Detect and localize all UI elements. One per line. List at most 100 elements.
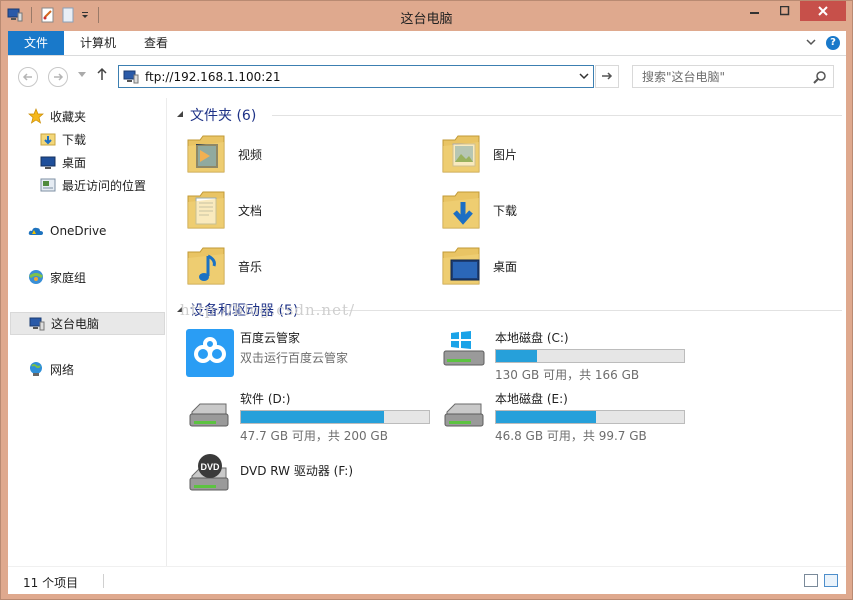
large-icons-view-icon[interactable] [824,574,838,587]
nav-item-network[interactable]: 网络 [28,359,74,379]
nav-item-downloads[interactable]: 下载 [40,129,86,149]
nav-item-favorites[interactable]: 收藏夹 [28,106,86,126]
baidu-cloud-icon [186,329,234,377]
computer-icon [29,316,45,332]
help-icon[interactable]: ? [826,36,840,50]
device-item-dvd-drive[interactable]: DVD DVD RW 驱动器 (F:) [186,450,353,496]
hard-drive-icon [186,390,232,436]
address-bar[interactable]: ftp://192.168.1.100:21 [118,65,594,88]
nav-label: 最近访问的位置 [62,178,147,193]
ribbon-controls: ? [806,36,840,50]
minimize-button[interactable] [740,1,770,21]
pictures-folder-icon [441,132,483,176]
device-subtitle: 130 GB 可用，共 166 GB [495,368,640,382]
folder-item-pictures[interactable]: 图片 [441,132,517,176]
device-subtitle: 47.7 GB 可用，共 200 GB [240,429,388,443]
desktop-icon [40,154,56,170]
device-info: 软件 (D:) 47.7 GB 可用，共 200 GB [240,390,430,444]
disk-usage-fill [496,411,596,423]
folder-label: 下载 [493,203,518,218]
folder-item-desktop[interactable]: 桌面 [441,244,517,288]
device-info: 本地磁盘 (C:) 130 GB 可用，共 166 GB [495,329,685,383]
device-info: DVD RW 驱动器 (F:) [240,450,353,479]
go-button[interactable] [595,65,619,88]
device-name: 百度云管家 [240,331,301,345]
folder-label: 桌面 [493,259,518,274]
folder-label: 视频 [238,147,263,162]
disk-usage-bar [495,349,685,363]
device-info: 本地磁盘 (E:) 46.8 GB 可用，共 99.7 GB [495,390,685,444]
folder-label: 音乐 [238,259,263,274]
folder-label: 图片 [493,147,518,162]
nav-label: 桌面 [62,155,87,170]
documents-folder-icon [186,188,228,232]
nav-item-desktop[interactable]: 桌面 [40,152,86,172]
status-separator [103,574,104,588]
folder-item-downloads[interactable]: 下载 [441,188,517,232]
forward-button[interactable] [48,67,68,87]
network-icon [28,361,44,377]
nav-item-recent[interactable]: 最近访问的位置 [40,175,146,195]
recent-locations-dropdown[interactable] [78,71,86,80]
watermark-text: http://blog.csdn.net/ [180,301,356,319]
maximize-button[interactable] [770,1,800,21]
window-title: 这台电脑 [400,12,453,27]
star-icon [28,108,44,124]
disk-usage-bar [240,410,430,424]
device-item-drive-e[interactable]: 本地磁盘 (E:) 46.8 GB 可用，共 99.7 GB [441,390,685,444]
device-name: 软件 (D:) [240,392,291,406]
back-button[interactable] [18,67,38,87]
tab-view[interactable]: 查看 [132,31,180,55]
address-dropdown-icon[interactable] [579,69,589,86]
device-item-baidu[interactable]: 百度云管家 双击运行百度云管家 [186,329,348,377]
tab-computer[interactable]: 计算机 [68,31,128,55]
ribbon-tabs: 文件 计算机 查看 ? [8,31,846,56]
dvd-drive-icon: DVD [186,450,232,496]
folder-item-documents[interactable]: 文档 [186,188,262,232]
expand-ribbon-icon[interactable] [806,38,816,49]
nav-label: 这台电脑 [51,317,100,331]
downloads-folder-icon [441,188,483,232]
details-view-icon[interactable] [804,574,818,587]
nav-label: 下载 [62,132,87,147]
search-icon[interactable] [813,70,827,84]
search-input[interactable]: 搜索"这台电脑" [642,68,725,85]
device-info: 百度云管家 双击运行百度云管家 [240,329,348,366]
address-path[interactable]: ftp://192.168.1.100:21 [145,70,281,84]
computer-icon [123,70,139,84]
folder-item-videos[interactable]: 视频 [186,132,262,176]
nav-item-onedrive[interactable]: OneDrive [28,221,106,241]
device-subtitle: 双击运行百度云管家 [240,351,349,365]
device-name: 本地磁盘 (E:) [495,392,568,406]
window-controls [740,1,846,21]
navigation-pane: 收藏夹 下载 桌面 最近访问的位置 OneDrive 家庭组 这台电脑 网络 [8,98,167,566]
title-bar: 这台电脑 [1,1,852,31]
homegroup-icon [28,269,44,285]
nav-item-homegroup[interactable]: 家庭组 [28,267,86,287]
nav-item-this-pc[interactable]: 这台电脑 [10,312,165,335]
content-area: 收藏夹 下载 桌面 最近访问的位置 OneDrive 家庭组 这台电脑 网络 文… [8,98,846,566]
folder-label: 文档 [238,203,263,218]
device-item-drive-d[interactable]: 软件 (D:) 47.7 GB 可用，共 200 GB [186,390,430,444]
device-item-drive-c[interactable]: 本地磁盘 (C:) 130 GB 可用，共 166 GB [441,329,685,383]
close-button[interactable] [800,1,846,21]
download-folder-icon [40,131,56,147]
disk-usage-fill [496,350,537,362]
disk-usage-fill [241,411,385,423]
folder-item-music[interactable]: 音乐 [186,244,262,288]
navigation-bar: ftp://192.168.1.100:21 搜索"这台电脑" [8,56,846,98]
device-name: DVD RW 驱动器 (F:) [240,464,354,478]
up-button[interactable] [96,67,108,85]
explorer-window: 这台电脑 文件 计算机 查看 ? ftp://192.168.1.100:21 … [0,0,853,600]
device-name: 本地磁盘 (C:) [495,331,569,345]
nav-label: 收藏夹 [50,109,87,124]
tab-file[interactable]: 文件 [8,31,64,55]
hard-drive-icon [441,390,487,436]
collapse-arrow-icon[interactable] [176,110,184,120]
nav-label: 家庭组 [50,270,87,285]
group-divider [312,310,842,311]
search-box[interactable]: 搜索"这台电脑" [632,65,834,88]
group-header-folders[interactable]: 文件夹 (6) [176,105,256,125]
video-folder-icon [186,132,228,176]
nav-label: 网络 [50,362,75,377]
